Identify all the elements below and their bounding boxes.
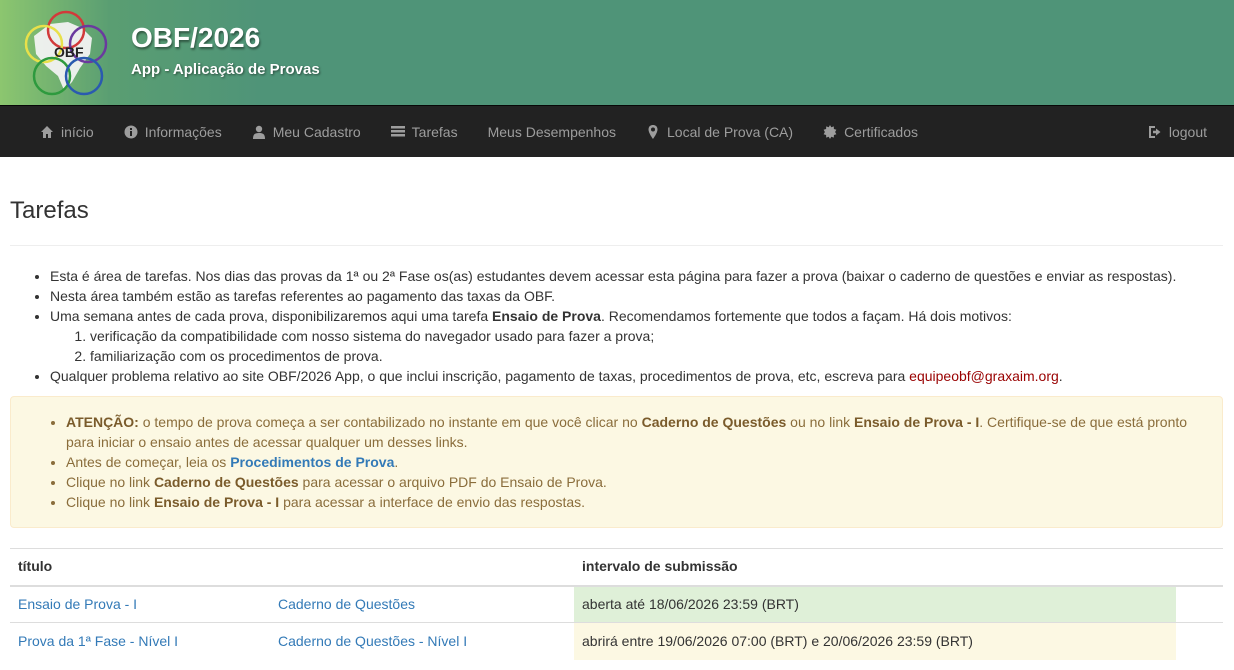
nav-logout[interactable]: logout	[1148, 106, 1207, 157]
nav-label: Informações	[144, 123, 222, 140]
site-title[interactable]: OBF/2026	[131, 22, 260, 54]
alert-bold: Caderno de Questões	[641, 414, 787, 430]
alert-bold: Ensaio de Prova - I	[153, 494, 280, 510]
list-icon	[390, 125, 405, 136]
alert-text: ou no link	[786, 414, 854, 430]
table-header-row: título intervalo de submissão	[10, 548, 1223, 587]
doc-cell: Caderno de Questões - Nível I	[270, 622, 574, 660]
alert-item: Clique no link Caderno de Questões para …	[66, 472, 1207, 492]
certificate-icon	[823, 124, 837, 139]
alert-bold: Ensaio de Prova - I	[854, 414, 980, 430]
blank-cell	[1176, 585, 1223, 623]
nav-informacoes[interactable]: Informações	[109, 106, 237, 157]
alert-bold: Caderno de Questões	[153, 474, 299, 490]
alert-text: .	[394, 454, 399, 470]
alert-item: Clique no link Ensaio de Prova - I para …	[66, 492, 1207, 512]
map-marker-icon	[648, 124, 658, 139]
contact-email-link[interactable]: equipeobf@graxaim.org	[909, 368, 1059, 384]
task-cell: Prova da 1ª Fase - Nível I	[10, 622, 270, 660]
table-row: Prova da 1ª Fase - Nível I Caderno de Qu…	[10, 622, 1223, 660]
column-header-blank	[1176, 548, 1223, 587]
nav-inicio[interactable]: início	[0, 106, 109, 157]
main-navbar: início Informações Meu Cadastro Tarefas …	[0, 105, 1234, 157]
info-text: . Recomendamos fortemente que todos a fa…	[600, 308, 1012, 324]
logo-text: OBF	[54, 44, 84, 60]
task-link[interactable]: Ensaio de Prova - I	[18, 596, 137, 612]
info-item: Esta é área de tarefas. Nos dias das pro…	[50, 266, 1223, 286]
info-text: Qualquer problema relativo ao site OBF/2…	[50, 368, 910, 384]
info-icon	[124, 125, 138, 138]
nav-local-de-prova[interactable]: Local de Prova (CA)	[631, 106, 808, 157]
info-text: Uma semana antes de cada prova, disponib…	[50, 308, 493, 324]
info-item: Uma semana antes de cada prova, disponib…	[50, 306, 1223, 366]
reasons-list: verificação da compatibilidade com nosso…	[50, 326, 1223, 366]
info-text: .	[1058, 368, 1063, 384]
nav-certificados[interactable]: Certificados	[808, 106, 933, 157]
info-bold: Ensaio de Prova	[492, 308, 601, 324]
task-cell: Ensaio de Prova - I	[10, 585, 270, 623]
column-header-title: título	[10, 548, 574, 587]
page-title: Tarefas	[10, 197, 1223, 246]
home-icon	[41, 125, 53, 138]
caderno-link[interactable]: Caderno de Questões - Nível I	[278, 633, 467, 649]
alert-item: Antes de começar, leia os Procedimentos …	[66, 452, 1207, 472]
nav-label: Meus Desempenhos	[487, 123, 616, 140]
task-link[interactable]: Prova da 1ª Fase - Nível I	[18, 633, 178, 649]
nav-label: Tarefas	[411, 123, 458, 140]
alert-text: Antes de começar, leia os	[66, 454, 231, 470]
alert-text: o tempo de prova começa a ser contabiliz…	[138, 414, 642, 430]
nav-label: início	[61, 123, 94, 140]
info-item: Qualquer problema relativo ao site OBF/2…	[50, 366, 1223, 386]
reason-item: verificação da compatibilidade com nosso…	[90, 326, 1223, 346]
interval-cell: abrirá entre 19/06/2026 07:00 (BRT) e 20…	[574, 622, 1176, 660]
table-row: Ensaio de Prova - I Caderno de Questões …	[10, 585, 1223, 623]
warning-alert: ATENÇÃO: o tempo de prova começa a ser c…	[10, 396, 1223, 528]
doc-cell: Caderno de Questões	[270, 585, 574, 623]
alert-text: Clique no link	[66, 494, 154, 510]
alert-item: ATENÇÃO: o tempo de prova começa a ser c…	[66, 412, 1207, 452]
site-header: OBF OBF/2026 App - Aplicação de Provas	[0, 0, 1234, 105]
column-header-interval: intervalo de submissão	[574, 548, 1176, 587]
blank-cell	[1176, 622, 1223, 660]
nav-label: logout	[1168, 123, 1207, 140]
alert-text: para acessar a interface de envio das re…	[279, 494, 586, 510]
user-icon	[252, 125, 265, 139]
logout-icon	[1148, 125, 1161, 138]
info-list: Esta é área de tarefas. Nos dias das pro…	[10, 266, 1223, 386]
tasks-table: título intervalo de submissão Ensaio de …	[10, 548, 1223, 660]
site-subtitle: App - Aplicação de Provas	[131, 61, 320, 78]
nav-label: Meu Cadastro	[272, 123, 361, 140]
reason-item: familiarização com os procedimentos de p…	[90, 346, 1223, 366]
nav-meu-cadastro[interactable]: Meu Cadastro	[237, 106, 376, 157]
nav-label: Certificados	[844, 123, 918, 140]
alert-text: Clique no link	[66, 474, 154, 490]
nav-tarefas[interactable]: Tarefas	[376, 106, 473, 157]
nav-meus-desempenhos[interactable]: Meus Desempenhos	[473, 106, 631, 157]
info-item: Nesta área também estão as tarefas refer…	[50, 286, 1223, 306]
interval-cell: aberta até 18/06/2026 23:59 (BRT)	[574, 585, 1176, 623]
obf-logo[interactable]: OBF	[20, 6, 116, 98]
alert-list: ATENÇÃO: o tempo de prova começa a ser c…	[26, 412, 1207, 512]
nav-label: Local de Prova (CA)	[667, 123, 794, 140]
caderno-link[interactable]: Caderno de Questões	[278, 596, 415, 612]
alert-text: para acessar o arquivo PDF do Ensaio de …	[298, 474, 607, 490]
alert-bold: ATENÇÃO:	[66, 414, 139, 430]
procedimentos-link[interactable]: Procedimentos de Prova	[230, 454, 394, 470]
main-content: Tarefas Esta é área de tarefas. Nos dias…	[0, 197, 1234, 660]
